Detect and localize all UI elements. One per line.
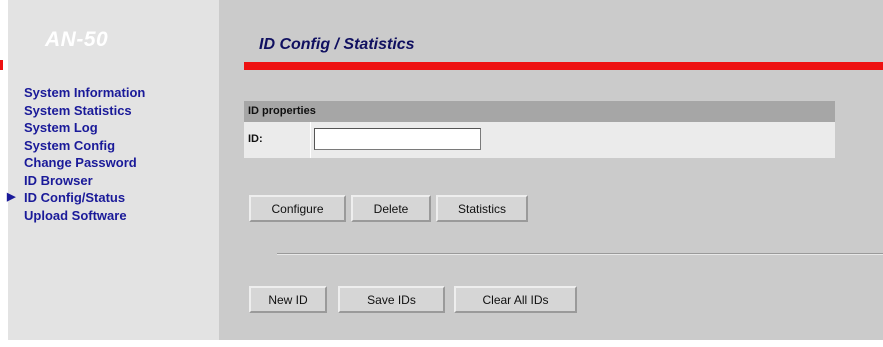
id-properties-header: ID properties [244, 101, 835, 122]
sidebar-nav: System Information System Statistics Sys… [7, 84, 145, 225]
sidebar-item-upload-software[interactable]: Upload Software [24, 207, 145, 225]
sidebar-item-system-information[interactable]: System Information [24, 84, 145, 102]
sidebar-item-id-browser[interactable]: ID Browser [24, 172, 145, 190]
id-properties-panel: ID properties ID: [244, 101, 835, 158]
clear-all-ids-button[interactable]: Clear All IDs [454, 286, 577, 313]
configure-button[interactable]: Configure [249, 195, 346, 222]
delete-button[interactable]: Delete [351, 195, 431, 222]
sidebar-item-system-config[interactable]: System Config [24, 137, 145, 155]
sidebar-item-system-statistics[interactable]: System Statistics [24, 102, 145, 120]
product-logo: AN-50 [45, 28, 109, 51]
new-id-button[interactable]: New ID [249, 286, 327, 313]
sidebar-item-id-config-status[interactable]: ▶ ID Config/Status [7, 189, 145, 207]
sidebar-item-label: ID Config/Status [24, 190, 126, 205]
right-triangle-icon: ▶ [7, 191, 16, 203]
sidebar-red-marker [0, 60, 3, 70]
id-properties-row: ID: [244, 122, 835, 158]
title-underline-bar [244, 62, 883, 70]
statistics-button[interactable]: Statistics [436, 195, 528, 222]
sidebar-item-system-log[interactable]: System Log [24, 119, 145, 137]
id-label: ID: [248, 133, 263, 145]
section-divider-highlight [277, 254, 883, 255]
save-ids-button[interactable]: Save IDs [338, 286, 445, 313]
sidebar: AN-50 System Information System Statisti… [0, 0, 219, 347]
page-title: ID Config / Statistics [259, 36, 415, 53]
sidebar-item-change-password[interactable]: Change Password [24, 154, 145, 172]
field-separator [310, 122, 311, 158]
id-input[interactable] [314, 128, 481, 150]
